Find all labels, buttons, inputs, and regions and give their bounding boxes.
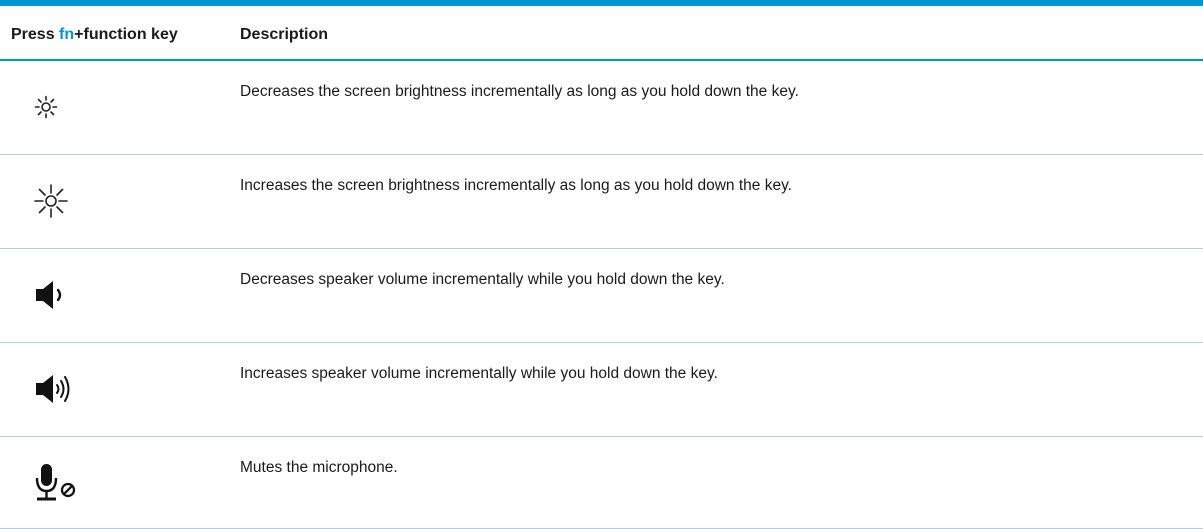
header-fn-key: fn <box>59 26 75 43</box>
header-press-suffix: +function key <box>74 26 178 43</box>
mic-mute-icon <box>34 455 90 511</box>
volume-down-icon <box>34 267 90 323</box>
brightness-down-icon <box>34 79 90 135</box>
row-description: Increases speaker volume incrementally w… <box>240 365 718 382</box>
function-key-table: Press fn+function key Description Decrea… <box>0 0 1203 529</box>
table-row: Mutes the microphone. <box>0 437 1203 529</box>
header-description: Description <box>240 26 329 43</box>
table-header: Press fn+function key Description <box>0 6 1203 61</box>
table-row: Decreases the screen brightness incremen… <box>0 61 1203 155</box>
volume-up-icon <box>34 361 90 417</box>
table-row: Increases speaker volume incrementally w… <box>0 343 1203 437</box>
row-description: Decreases speaker volume incrementally w… <box>240 271 725 288</box>
table-row: Increases the screen brightness incremen… <box>0 155 1203 249</box>
table-row: Decreases speaker volume incrementally w… <box>0 249 1203 343</box>
header-press-prefix: Press <box>11 26 60 43</box>
row-description: Increases the screen brightness incremen… <box>240 177 792 194</box>
header-press-fn-function-key: Press fn+function key <box>11 26 178 44</box>
brightness-up-icon <box>34 173 90 229</box>
row-description: Mutes the microphone. <box>240 459 398 476</box>
row-description: Decreases the screen brightness incremen… <box>240 83 799 100</box>
